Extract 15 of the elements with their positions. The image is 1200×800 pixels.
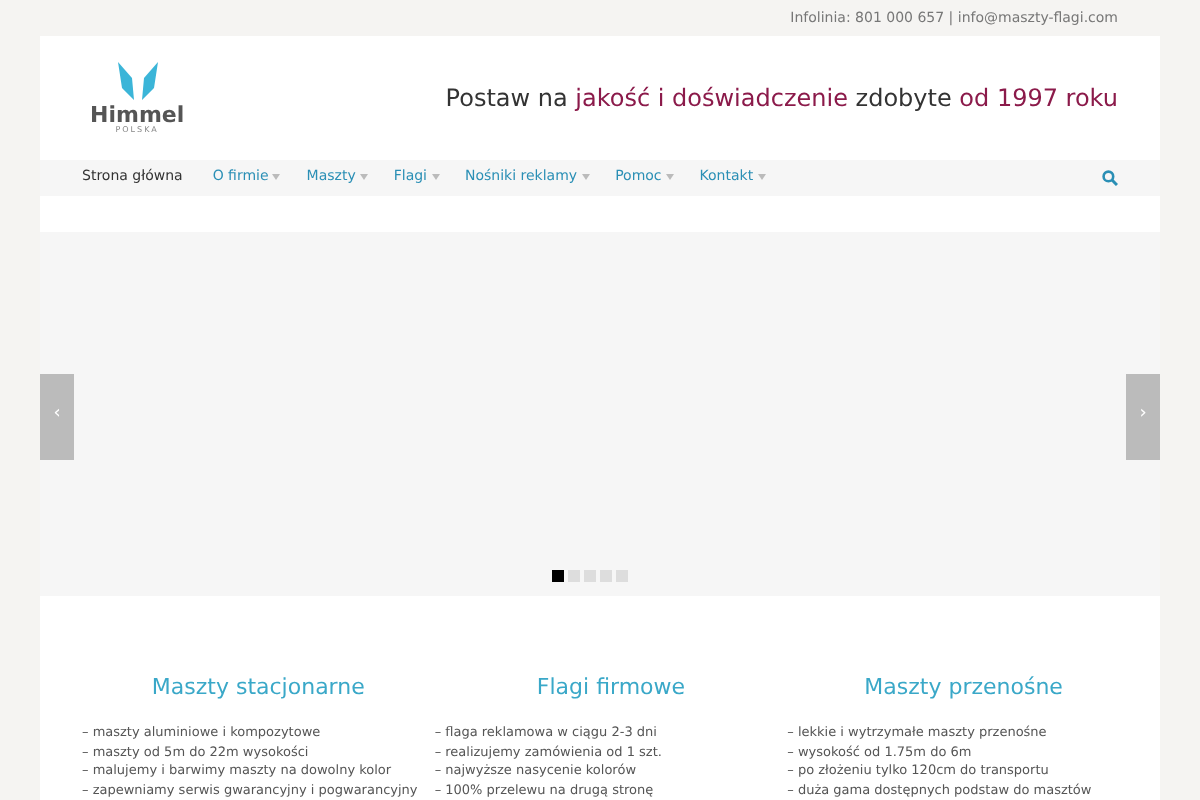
caret-icon <box>431 174 439 180</box>
logo-text: Himmel <box>90 104 185 126</box>
search-icon[interactable] <box>1102 169 1118 185</box>
caret-icon <box>665 174 674 180</box>
previous-button[interactable]: ‹ <box>40 373 74 459</box>
caret-icon <box>757 174 766 180</box>
next-button[interactable]: › <box>1126 373 1160 459</box>
feature-title: Maszty stacjonarne <box>151 671 365 703</box>
caret-icon <box>272 174 281 180</box>
logo-icon <box>115 60 160 104</box>
feature-title: Maszty przenośne <box>864 671 1063 703</box>
caret-icon <box>359 174 368 180</box>
tagline: Postaw na jakość i doświadczenie zdobyte od 1997 roku <box>445 81 1118 115</box>
caret-icon <box>581 174 590 180</box>
feature-title: Flagi firmowe <box>536 671 686 703</box>
